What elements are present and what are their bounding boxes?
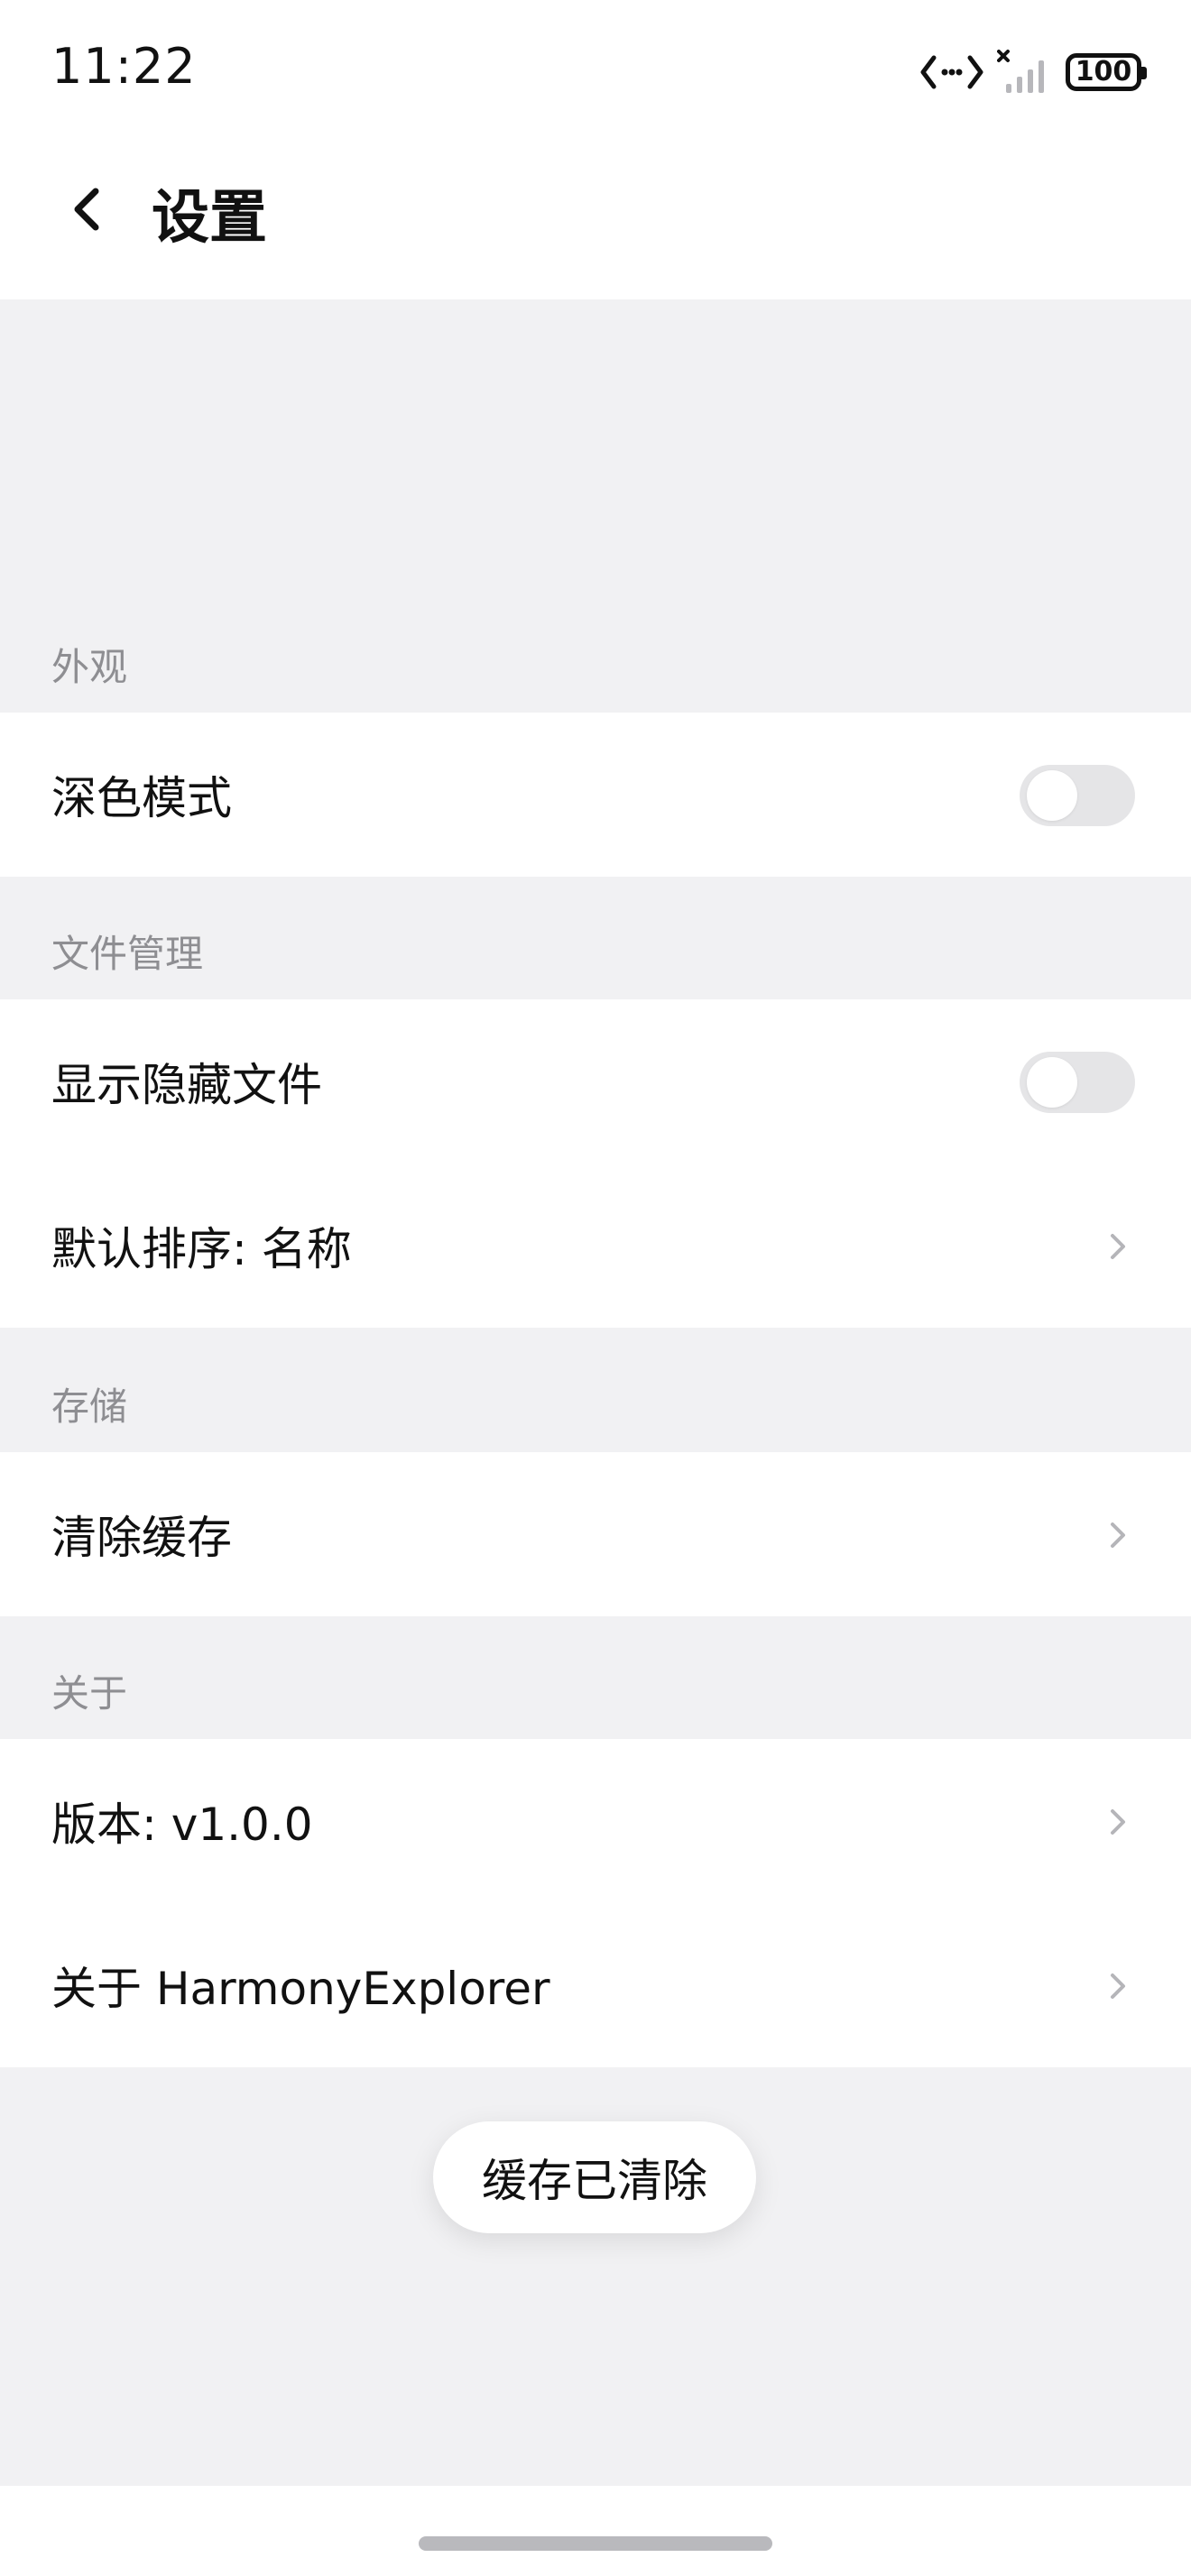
- appearance-group: 深色模式: [0, 713, 1191, 877]
- back-arrow-icon: [74, 188, 99, 231]
- about-app-row[interactable]: 关于 HarmonyExplorer: [0, 1903, 1191, 2067]
- chevron-right-icon: [1111, 1523, 1125, 1548]
- show-hidden-files-row: 显示隐藏文件: [0, 999, 1191, 1164]
- toast-message: 缓存已清除: [433, 2121, 756, 2233]
- no-signal-icon: [997, 50, 1044, 93]
- storage-group: 清除缓存: [0, 1452, 1191, 1616]
- file-management-group: 显示隐藏文件 默认排序: 名称: [0, 999, 1191, 1328]
- chevron-right-icon: [1111, 1973, 1125, 1999]
- section-label-file-management: 文件管理: [51, 932, 204, 976]
- clear-cache-label: 清除缓存: [51, 1512, 232, 1564]
- data-transfer-icon: [920, 55, 983, 89]
- status-bar: 11:22 100: [0, 0, 1191, 144]
- show-hidden-files-toggle[interactable]: [1020, 1052, 1135, 1113]
- version-label: 版本: v1.0.0: [51, 1799, 313, 1851]
- default-sort-label: 默认排序: 名称: [51, 1223, 352, 1275]
- default-sort-row[interactable]: 默认排序: 名称: [0, 1164, 1191, 1328]
- status-icons: 100: [919, 45, 1147, 99]
- section-label-storage: 存储: [51, 1385, 128, 1429]
- about-app-label: 关于 HarmonyExplorer: [51, 1963, 550, 2015]
- battery-level: 100: [1075, 56, 1132, 87]
- clear-cache-row[interactable]: 清除缓存: [0, 1452, 1191, 1616]
- app-header: 设置: [0, 144, 1191, 299]
- toggle-knob: [1027, 1057, 1077, 1108]
- show-hidden-files-label: 显示隐藏文件: [51, 1059, 322, 1111]
- toggle-knob: [1027, 770, 1077, 821]
- about-group: 版本: v1.0.0 关于 HarmonyExplorer: [0, 1739, 1191, 2067]
- battery-icon: 100: [1066, 53, 1147, 91]
- dark-mode-row: 深色模式: [0, 713, 1191, 877]
- chevron-right-icon: [1111, 1809, 1125, 1835]
- chevron-right-icon: [1111, 1234, 1125, 1259]
- status-time: 11:22: [51, 38, 197, 95]
- dark-mode-label: 深色模式: [51, 772, 232, 824]
- bottom-bar: [0, 2486, 1191, 2576]
- page-title: 设置: [152, 185, 267, 252]
- back-button[interactable]: [58, 180, 115, 238]
- version-row[interactable]: 版本: v1.0.0: [0, 1739, 1191, 1903]
- home-indicator[interactable]: [419, 2536, 772, 2551]
- section-label-about: 关于: [51, 1671, 128, 1716]
- dark-mode-toggle[interactable]: [1020, 765, 1135, 826]
- section-label-appearance: 外观: [51, 645, 128, 689]
